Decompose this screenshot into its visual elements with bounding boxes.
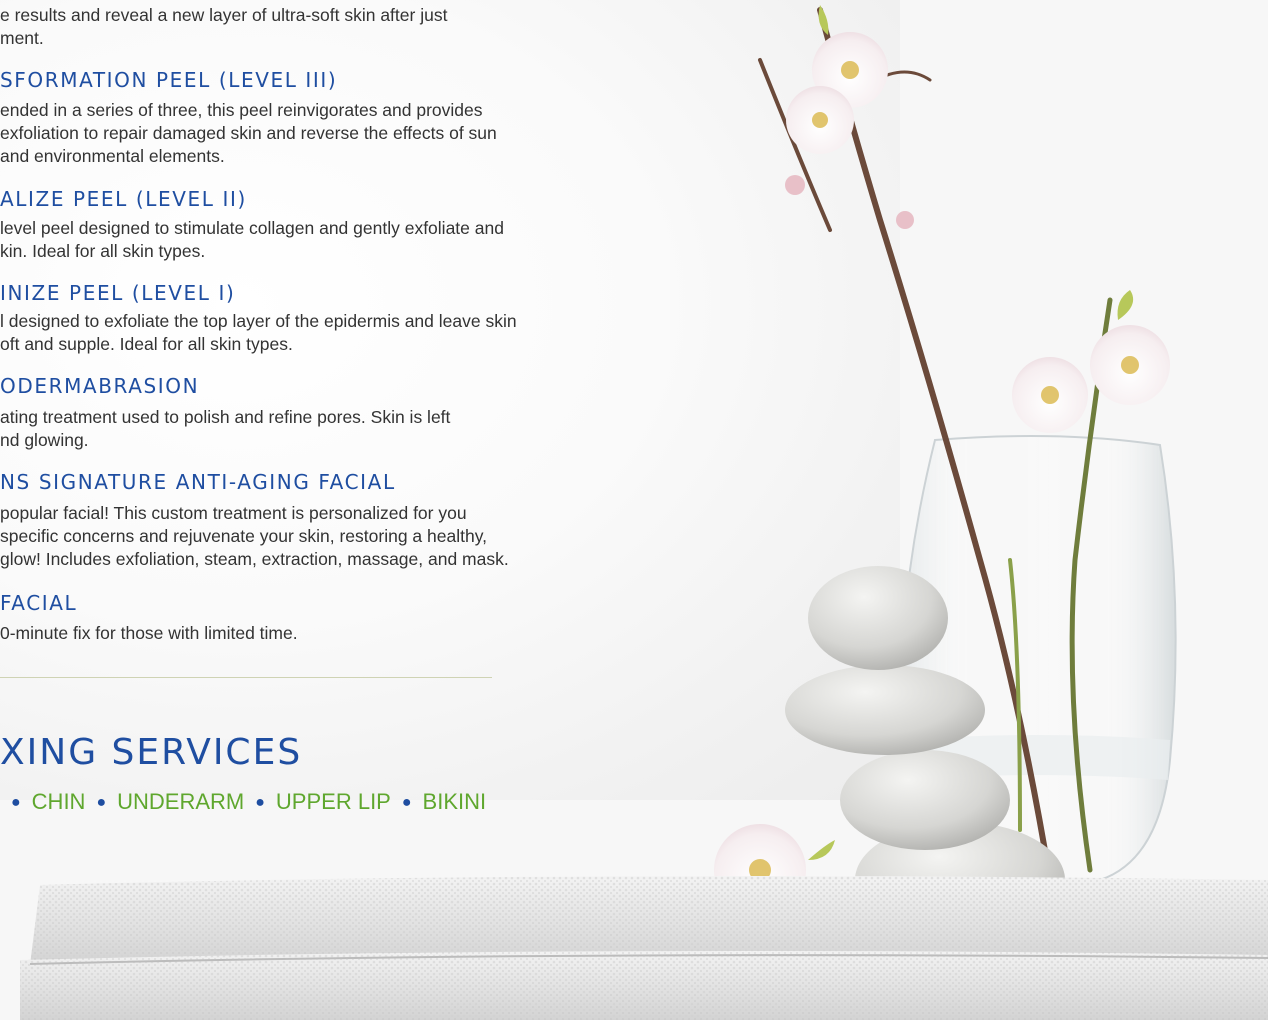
desc-line: glow! Includes exfoliation, steam, extra… bbox=[0, 549, 509, 569]
service-description: level peel designed to stimulate collage… bbox=[0, 217, 504, 263]
service-description: 0-minute fix for those with limited time… bbox=[0, 622, 298, 645]
desc-line: specific concerns and rejuvenate your sk… bbox=[0, 526, 488, 546]
desc-line: popular facial! This custom treatment is… bbox=[0, 503, 467, 523]
waxing-item: UNDERARM bbox=[117, 789, 245, 814]
desc-line: ating treatment used to polish and refin… bbox=[0, 407, 451, 427]
waxing-item: UPPER LIP bbox=[275, 789, 391, 814]
bullet-icon: ● bbox=[96, 794, 107, 811]
desc-line: ended in a series of three, this peel re… bbox=[0, 100, 483, 120]
desc-line: and environmental elements. bbox=[0, 146, 225, 166]
bullet-icon: ● bbox=[11, 794, 21, 811]
desc-line: ment. bbox=[0, 28, 44, 48]
waxing-item: BIKINI bbox=[422, 789, 487, 814]
waxing-service-list: ● CHIN ● UNDERARM ● UPPER LIP ● BIKINI bbox=[0, 789, 486, 815]
glass-vase bbox=[898, 435, 1177, 881]
bullet-icon: ● bbox=[401, 794, 412, 811]
service-title: SFORMATION PEEL (LEVEL III) bbox=[0, 68, 338, 92]
section-divider bbox=[0, 677, 492, 678]
bullet-icon: ● bbox=[255, 794, 265, 811]
service-title: ODERMABRASION bbox=[0, 374, 200, 398]
desc-line: kin. Ideal for all skin types. bbox=[0, 241, 206, 261]
service-title: FACIAL bbox=[0, 591, 78, 615]
service-description: l designed to exfoliate the top layer of… bbox=[0, 310, 517, 356]
desc-line: l designed to exfoliate the top layer of… bbox=[0, 311, 517, 331]
service-description: ended in a series of three, this peel re… bbox=[0, 99, 497, 168]
desc-line: e results and reveal a new layer of ultr… bbox=[0, 5, 448, 25]
service-description: popular facial! This custom treatment is… bbox=[0, 502, 509, 571]
waxing-item: CHIN bbox=[31, 789, 86, 814]
service-description: e results and reveal a new layer of ultr… bbox=[0, 4, 447, 50]
service-description: ating treatment used to polish and refin… bbox=[0, 406, 450, 452]
desc-line: nd glowing. bbox=[0, 430, 89, 450]
desc-line: level peel designed to stimulate collage… bbox=[0, 218, 504, 238]
page: e results and reveal a new layer of ultr… bbox=[0, 0, 1268, 1020]
waxing-section-title: XING SERVICES bbox=[0, 732, 303, 773]
desc-line: 0-minute fix for those with limited time… bbox=[0, 623, 298, 643]
desc-line: oft and supple. Ideal for all skin types… bbox=[0, 334, 293, 354]
white-towel bbox=[20, 876, 1268, 1020]
desc-line: exfoliation to repair damaged skin and r… bbox=[0, 123, 497, 143]
service-title: INIZE PEEL (LEVEL I) bbox=[0, 281, 236, 305]
service-title: NS SIGNATURE ANTI-AGING FACIAL bbox=[0, 470, 396, 494]
service-title: ALIZE PEEL (LEVEL II) bbox=[0, 187, 247, 211]
